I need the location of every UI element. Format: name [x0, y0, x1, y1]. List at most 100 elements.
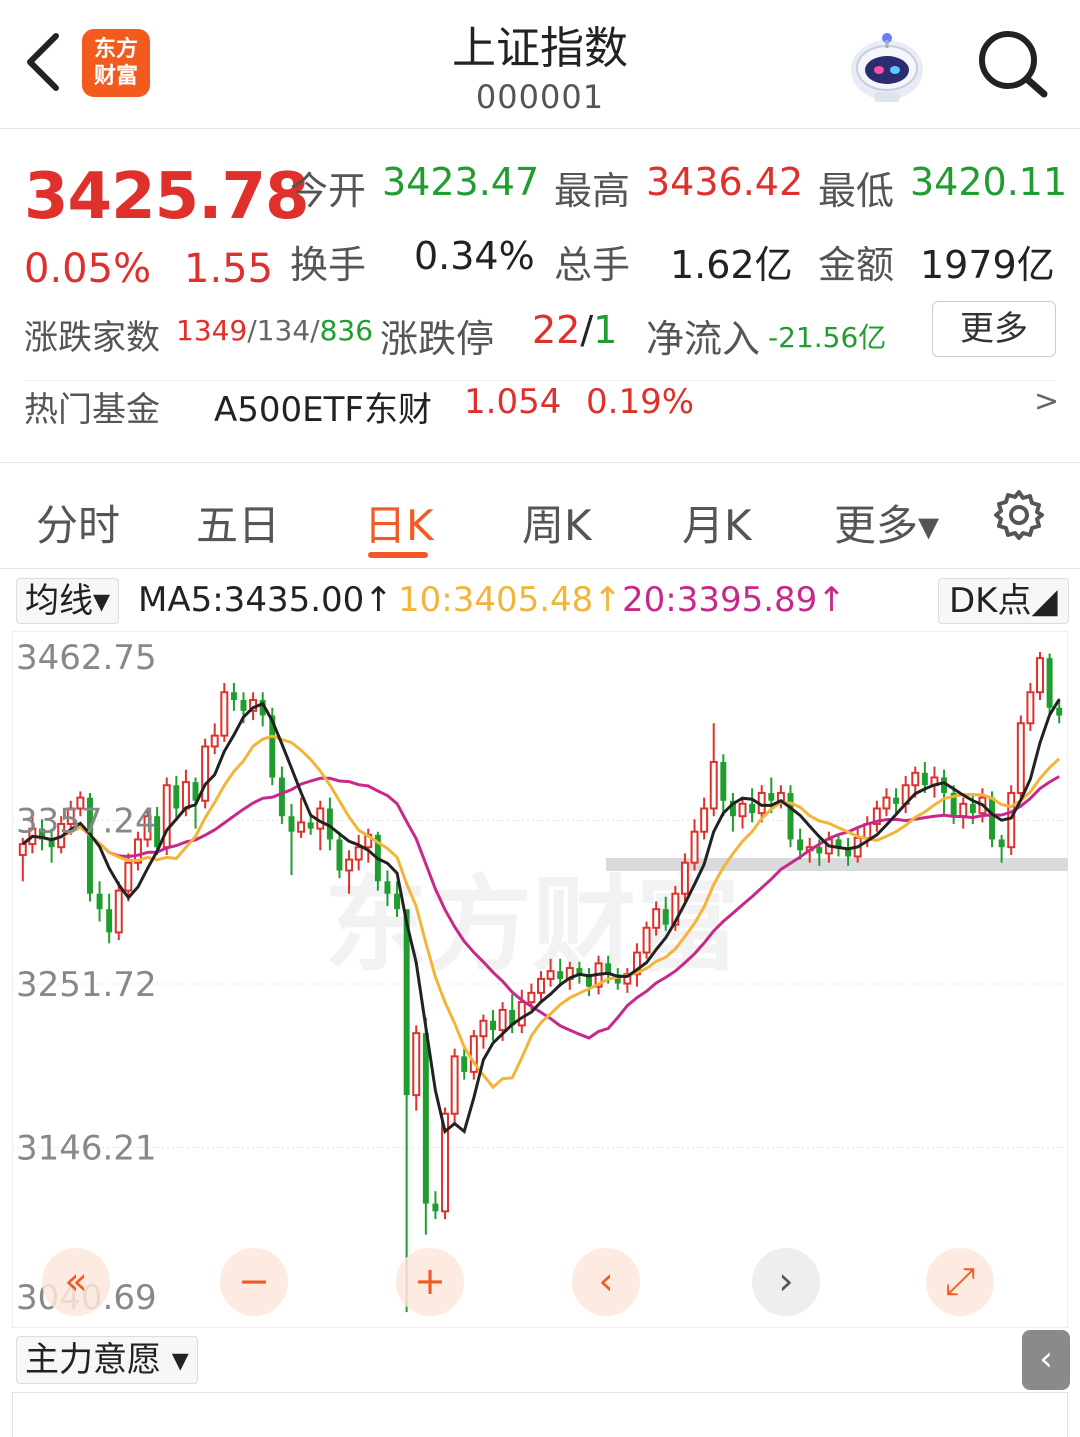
candle-body [882, 796, 891, 810]
candle-body [106, 909, 113, 933]
y-tick-label: 3146.21 [16, 1128, 157, 1168]
candle-body [557, 971, 564, 979]
stock-code: 000001 [475, 78, 605, 116]
change-percent: 0.05% [24, 246, 152, 292]
net-inflow-value: -21.56亿 [768, 321, 887, 354]
high-value: 3436.42 [646, 160, 804, 204]
candle-body [816, 847, 823, 854]
page-title: 上证指数 [452, 23, 628, 74]
candle-body [517, 1001, 526, 1027]
candle-body [969, 803, 976, 814]
candle-body [537, 977, 545, 994]
limit-down-count: 1 [593, 308, 618, 352]
candle-body [354, 846, 363, 861]
candle-body [527, 991, 536, 1004]
tab-weekly-k[interactable]: 周K [522, 492, 592, 553]
candle-body [173, 785, 180, 809]
candle-body [797, 839, 804, 851]
candle-body [345, 858, 354, 872]
logo-text-line1: 东方 [93, 37, 138, 62]
breadth-label: 涨跌家数 [24, 318, 160, 358]
candle-body [690, 830, 699, 864]
hot-fund-percent: 0.19% [586, 382, 695, 422]
market-breadth: 1349/134/836 [176, 314, 373, 347]
divider [0, 568, 1080, 569]
candle-body [998, 839, 1005, 848]
indicator-selector[interactable]: 均线▾ [16, 578, 120, 624]
net-inflow-label: 净流入 [646, 317, 761, 361]
candle-body [680, 861, 689, 895]
side-panel-toggle[interactable]: ‹ [1022, 1330, 1070, 1390]
robot-assistant-icon[interactable] [846, 26, 928, 106]
zoom-out-button[interactable]: − [220, 1248, 288, 1316]
fullscreen-button[interactable]: ⤢ [926, 1248, 994, 1316]
zoom-in-button[interactable]: + [396, 1248, 464, 1316]
high-label: 最高 [554, 169, 631, 213]
ma5-value: MA5:3435.00↑ [138, 580, 393, 620]
candle-body [201, 745, 210, 802]
breadth-separator: / [247, 314, 257, 347]
candle-body [422, 1033, 429, 1204]
candle-body [412, 1032, 421, 1097]
candle-body [336, 839, 343, 871]
fast-back-button[interactable]: « [42, 1248, 110, 1316]
candle-body [432, 1203, 439, 1212]
indicator-selector-bottom[interactable]: 主力意愿 ▾ [16, 1336, 198, 1384]
candle-body [720, 761, 727, 801]
candle-body [768, 792, 775, 801]
candle-body [1046, 658, 1053, 708]
breadth-flat: 134 [256, 314, 311, 347]
amount-value: 1979亿 [920, 243, 1055, 287]
tab-more[interactable]: 更多▾ [834, 492, 939, 553]
candle-body [700, 807, 709, 833]
candle-body [652, 908, 661, 929]
candle-body [1016, 722, 1025, 794]
candle-body [114, 889, 123, 934]
candle-body [230, 692, 237, 700]
indicator-panel [12, 1392, 1068, 1437]
candle-body [394, 893, 401, 910]
gear-icon[interactable] [992, 488, 1046, 542]
ma20-value: 20:3395.89↑ [622, 580, 846, 620]
candle-body [738, 802, 747, 818]
limit-separator: / [580, 308, 594, 352]
low-label: 最低 [818, 169, 895, 213]
open-value: 3423.47 [382, 160, 540, 204]
top-nav-bar: 东方 财富 上证指数 000001 [0, 0, 1080, 129]
hot-fund-row[interactable]: 热门基金 A500ETF东财 1.054 0.19% > [0, 382, 1080, 432]
eastmoney-logo[interactable]: 东方 财富 [82, 29, 150, 97]
candle-body [893, 797, 900, 804]
tab-intraday[interactable]: 分时 [36, 492, 120, 553]
candle-body [307, 822, 314, 829]
back-arrow-icon[interactable] [22, 30, 66, 94]
candle-body [278, 777, 285, 817]
candle-body [220, 691, 229, 737]
candle-body [921, 772, 928, 786]
tab-five-day[interactable]: 五日 [196, 492, 280, 553]
candle-body [1036, 657, 1044, 694]
candle-body [959, 802, 968, 818]
candle-body [546, 970, 555, 980]
candle-body [18, 843, 27, 856]
resistance-band [606, 858, 1068, 871]
limit-counts: 22/1 [532, 308, 617, 352]
hot-fund-name: A500ETF东财 [214, 390, 432, 430]
candle-body [461, 1056, 468, 1072]
search-icon[interactable] [974, 28, 1050, 100]
candle-body [709, 760, 718, 810]
more-stats-button[interactable]: 更多 [932, 301, 1056, 357]
y-tick-label: 3251.72 [16, 965, 157, 1005]
turnover-label: 换手 [290, 243, 367, 287]
candle-body [124, 861, 133, 892]
candle-body [450, 1055, 459, 1115]
tab-daily-k[interactable]: 日K [364, 492, 434, 553]
volume-value: 1.62亿 [670, 243, 793, 287]
next-candle-button[interactable]: › [752, 1248, 820, 1316]
candle-body [787, 792, 794, 840]
candlestick-chart[interactable]: 东方财富 3462.753357.243251.723146.213040.69 [12, 631, 1068, 1328]
dk-point-toggle[interactable]: DK点◢ [938, 578, 1069, 624]
tab-monthly-k[interactable]: 月K [682, 492, 752, 553]
limit-up-count: 22 [532, 308, 581, 352]
prev-candle-button[interactable]: ‹ [572, 1248, 640, 1316]
breadth-up: 1349 [176, 314, 248, 347]
